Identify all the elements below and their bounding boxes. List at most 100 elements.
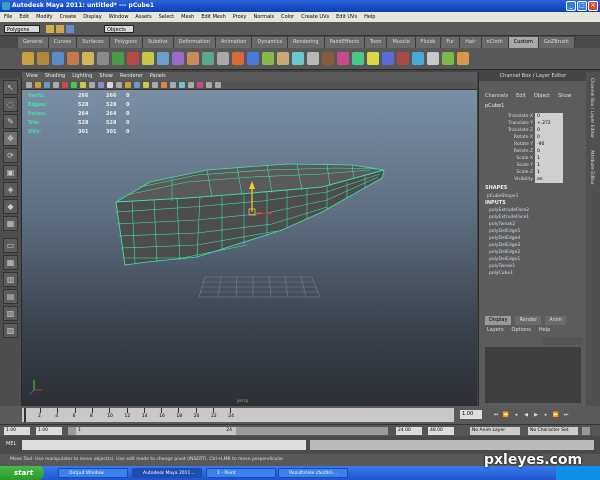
outliner-layout-icon[interactable]: ▤: [3, 289, 18, 304]
shelf-tab-general[interactable]: General: [18, 37, 49, 48]
viewport-tool-icon[interactable]: [116, 82, 122, 88]
paint-select-icon[interactable]: ✎: [3, 114, 18, 129]
render-icon[interactable]: [442, 52, 454, 65]
last-tool-icon[interactable]: ▦: [3, 216, 18, 231]
viewport-tool-icon[interactable]: [134, 82, 140, 88]
shelf-tab-dynamics[interactable]: Dynamics: [252, 37, 289, 48]
viewport-menu-renderer[interactable]: Renderer: [120, 72, 143, 81]
combine-icon[interactable]: [97, 52, 109, 65]
task-button[interactable]: Autodesk Maya 2011...: [132, 468, 202, 478]
fill-hole-icon[interactable]: [247, 52, 259, 65]
viewport-tool-icon[interactable]: [170, 82, 176, 88]
shelf-tab-toon[interactable]: Toon: [364, 37, 388, 48]
save-scene-icon[interactable]: [66, 25, 74, 33]
two-view-layout-icon[interactable]: ▥: [3, 272, 18, 287]
input-node[interactable]: polyExtrudeFace2: [489, 207, 529, 214]
shelf-tab-fluids[interactable]: Fluids: [415, 37, 442, 48]
menu-edit-mesh[interactable]: Edit Mesh: [201, 12, 225, 22]
viewport-menu-show[interactable]: Show: [99, 72, 113, 81]
shelf-tab-ncloth[interactable]: nCloth: [481, 37, 509, 48]
side-tab-channel-box[interactable]: Channel Box / Layer Editor: [589, 78, 594, 138]
anim-start-field[interactable]: 1.00: [4, 427, 30, 435]
cube-icon[interactable]: [37, 52, 49, 65]
attribute-row[interactable]: Scale Z1: [485, 169, 565, 176]
insert-edge-loop-icon[interactable]: [262, 52, 274, 65]
attribute-row[interactable]: Translate Z0: [485, 127, 565, 134]
menu-assets[interactable]: Assets: [135, 12, 151, 22]
attribute-value[interactable]: 0: [535, 113, 563, 120]
attribute-value[interactable]: 1: [535, 162, 563, 169]
harden-edge-icon[interactable]: [367, 52, 379, 65]
viewport-menu-view[interactable]: View: [26, 72, 38, 81]
viewport-tool-icon[interactable]: [35, 82, 41, 88]
input-node[interactable]: polyTweak1: [489, 263, 515, 270]
shelf-tab-fur[interactable]: Fur: [441, 37, 461, 48]
append-icon[interactable]: [232, 52, 244, 65]
wireframe-icon[interactable]: [427, 52, 439, 65]
planar-map-icon[interactable]: [397, 52, 409, 65]
selection-mask-icons[interactable]: [140, 25, 340, 33]
extrude-icon[interactable]: [127, 52, 139, 65]
bridge-icon[interactable]: [157, 52, 169, 65]
sphere-icon[interactable]: [52, 52, 64, 65]
layer-tab-render[interactable]: Render: [515, 316, 542, 325]
new-scene-icon[interactable]: [46, 25, 54, 33]
menu-help[interactable]: Help: [364, 12, 375, 22]
single-view-layout-icon[interactable]: ▭: [3, 238, 18, 253]
hypershade-layout-icon[interactable]: ▨: [3, 323, 18, 338]
layer-buttons[interactable]: [543, 337, 583, 345]
shelf-tab-subdivs[interactable]: Subdivs: [143, 37, 174, 48]
step-back-key-icon[interactable]: ⏪: [502, 411, 510, 419]
start-button[interactable]: start: [0, 466, 44, 480]
viewport-tool-icon[interactable]: [206, 82, 212, 88]
attribute-row[interactable]: Rotate Y -90: [485, 141, 565, 148]
rotate-tool-icon[interactable]: ⟳: [3, 148, 18, 163]
viewport-tool-icon[interactable]: [53, 82, 59, 88]
auto-key-icon[interactable]: [582, 427, 590, 435]
channel-menu-show[interactable]: Show: [558, 92, 572, 101]
attribute-value[interactable]: 0: [535, 127, 563, 134]
graph-layout-icon[interactable]: ▧: [3, 306, 18, 321]
attribute-value[interactable]: 1: [535, 155, 563, 162]
cylinder-icon[interactable]: [67, 52, 79, 65]
viewport-tool-icon[interactable]: [71, 82, 77, 88]
menu-proxy[interactable]: Proxy: [233, 12, 247, 22]
input-node[interactable]: polyDelEdge5: [489, 228, 520, 235]
viewport-tool-icon[interactable]: [89, 82, 95, 88]
attribute-value[interactable]: +.272: [535, 120, 563, 127]
menuset-dropdown[interactable]: Polygons: [4, 25, 40, 33]
menu-file[interactable]: File: [4, 12, 12, 22]
anim-end-field[interactable]: 48.00: [428, 427, 454, 435]
viewport-menu-panels[interactable]: Panels: [150, 72, 166, 81]
cone-icon[interactable]: [22, 52, 34, 65]
viewport-tool-icon[interactable]: [143, 82, 149, 88]
reverse-icon[interactable]: [337, 52, 349, 65]
task-button[interactable]: 1 - Paint: [206, 468, 276, 478]
viewport-tool-icon[interactable]: [125, 82, 131, 88]
attribute-row[interactable]: Translate Y +.272: [485, 120, 565, 127]
input-node[interactable]: polyExtrudeFace1: [489, 214, 529, 221]
input-node[interactable]: polyCube1: [489, 270, 513, 277]
bevel-icon[interactable]: [142, 52, 154, 65]
input-node[interactable]: polyTweak2: [489, 221, 515, 228]
shelf-tab-surfaces[interactable]: Surfaces: [77, 37, 110, 48]
selection-mode-dropdown[interactable]: Objects: [104, 25, 134, 33]
cut-faces-icon[interactable]: [187, 52, 199, 65]
maximize-icon[interactable]: □: [577, 1, 587, 11]
select-tool-icon[interactable]: ↖: [3, 80, 18, 95]
input-node[interactable]: polyDelEdge1: [489, 256, 520, 263]
shelf-tab-muscle[interactable]: Muscle: [387, 37, 416, 48]
uv-editor-icon[interactable]: [382, 52, 394, 65]
attribute-value[interactable]: -90: [535, 141, 563, 148]
layer-tab-display[interactable]: Display: [485, 316, 512, 325]
shelf-tab-gozbrush[interactable]: GoZBrush: [538, 37, 575, 48]
close-icon[interactable]: ×: [588, 1, 598, 11]
step-forward-frame-icon[interactable]: ▸: [542, 411, 550, 419]
menu-create-uvs[interactable]: Create UVs: [301, 12, 329, 22]
scale-tool-icon[interactable]: ▣: [3, 165, 18, 180]
step-back-frame-icon[interactable]: ◂: [512, 411, 520, 419]
menu-edit-uvs[interactable]: Edit UVs: [336, 12, 357, 22]
ipr-icon[interactable]: [457, 52, 469, 65]
minimize-icon[interactable]: _: [566, 1, 576, 11]
plane-icon[interactable]: [82, 52, 94, 65]
